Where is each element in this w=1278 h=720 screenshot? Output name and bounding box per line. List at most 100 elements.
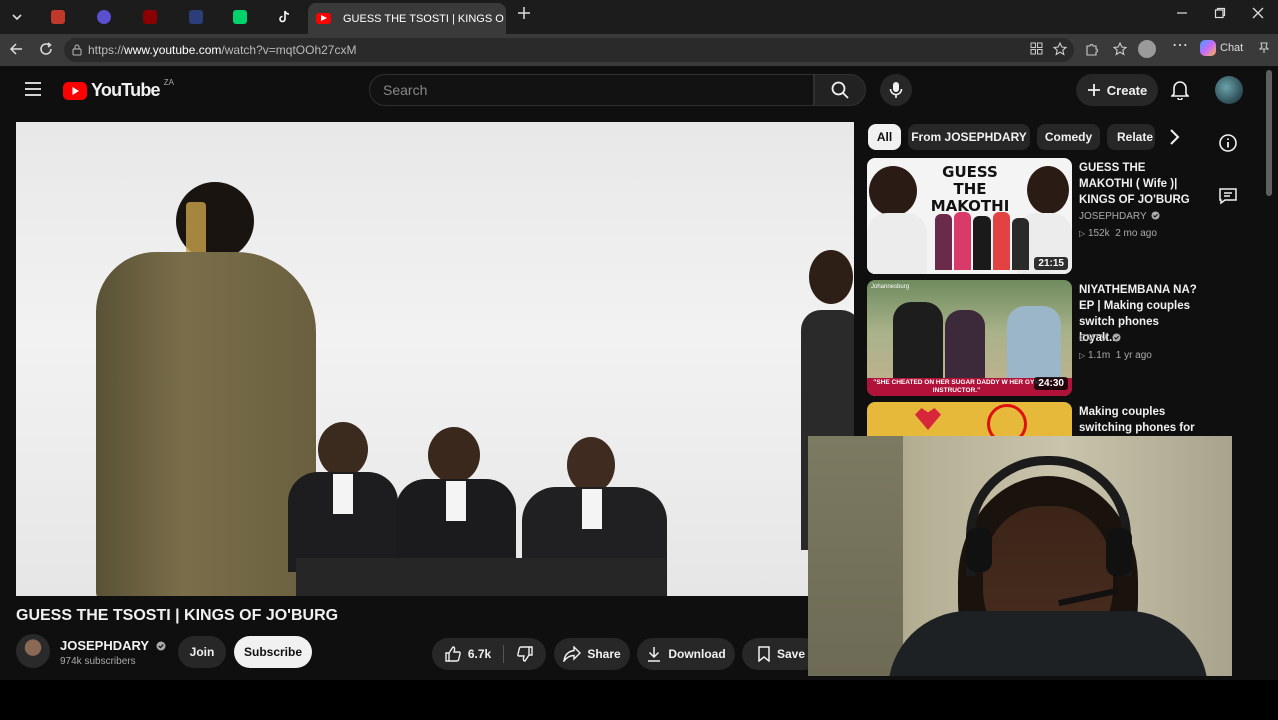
recommendation-item[interactable]: GUESS THE MAKOTHI 21:15 GUESS THE MAKOTH… xyxy=(867,158,1197,276)
url-path: /watch?v=mqtOOh27cxM xyxy=(221,43,357,57)
subscriber-count: 974k subscribers xyxy=(60,656,136,667)
page-scrollbar[interactable] xyxy=(1266,70,1272,196)
thumb-figure-3 xyxy=(1007,306,1061,382)
like-dislike-group: 6.7k xyxy=(432,638,546,670)
bottom-black-bar xyxy=(0,680,1278,720)
restore-button[interactable] xyxy=(1208,6,1232,22)
arrow-left-icon xyxy=(9,43,22,55)
share-button[interactable]: Share xyxy=(554,638,630,670)
guide-menu-button[interactable] xyxy=(24,81,42,102)
new-tab-button[interactable] xyxy=(512,4,536,25)
copilot-chat-button[interactable]: Chat xyxy=(1200,40,1243,56)
channel-name-text: JOSEPHDARY xyxy=(60,638,149,653)
video-table xyxy=(296,558,666,596)
browser-menu-button[interactable]: ⋯ xyxy=(1170,38,1190,54)
account-avatar[interactable] xyxy=(1215,76,1243,104)
browser-tab-2[interactable] xyxy=(84,4,124,30)
video-figure-man-2 xyxy=(396,427,516,577)
thumbnail-women-row xyxy=(935,210,1030,270)
tab-list-button[interactable] xyxy=(2,4,32,30)
thumbs-up-icon xyxy=(445,646,461,662)
chip-from-channel[interactable]: From JOSEPHDARY xyxy=(908,124,1030,150)
recommendation-channel-text: JOSEPHDARY xyxy=(1079,211,1147,222)
webcam-door xyxy=(808,436,903,676)
browser-tab-4[interactable] xyxy=(176,4,216,30)
thumb-red-circle xyxy=(987,404,1027,436)
webcam-shirt xyxy=(888,611,1208,676)
notifications-button[interactable] xyxy=(1170,80,1190,105)
youtube-logo-text: YouTube xyxy=(91,80,161,100)
reader-mode-button[interactable] xyxy=(1026,42,1046,59)
active-tab-title: GUESS THE TSOSTI | KINGS O xyxy=(343,12,504,25)
webcam-overlay xyxy=(808,436,1232,676)
minimize-button[interactable] xyxy=(1170,6,1194,22)
browser-tab-1[interactable] xyxy=(38,4,78,30)
recommendation-title[interactable]: GUESS THE MAKOTHI ( Wife )| KINGS OF JO'… xyxy=(1079,160,1197,208)
tab-favicon-icon xyxy=(143,10,157,24)
dislike-button[interactable] xyxy=(504,645,534,663)
create-label: Create xyxy=(1106,82,1148,98)
youtube-logo-icon xyxy=(63,81,87,100)
join-label: Join xyxy=(189,645,215,659)
video-duration: 24:30 xyxy=(1034,377,1068,390)
favorite-button[interactable] xyxy=(1050,41,1070,60)
recommendation-meta: ▷ 1.1m 1 yr ago xyxy=(1079,350,1152,361)
channel-avatar[interactable] xyxy=(16,634,50,668)
subscribe-button[interactable]: Subscribe xyxy=(234,636,312,668)
channel-name[interactable]: JOSEPHDARY xyxy=(60,638,166,653)
recommendation-channel[interactable]: CMTV xyxy=(1079,333,1121,344)
share-icon xyxy=(563,646,582,662)
create-button[interactable]: Create xyxy=(1076,74,1158,106)
reload-button[interactable] xyxy=(36,42,56,60)
download-button[interactable]: Download xyxy=(637,638,735,670)
collections-button[interactable] xyxy=(1110,41,1130,60)
join-button[interactable]: Join xyxy=(178,636,226,668)
search-icon xyxy=(831,81,849,99)
bell-icon xyxy=(1170,81,1190,101)
profile-button[interactable] xyxy=(1138,40,1158,58)
url-field[interactable]: https://www.youtube.com/watch?v=mqtOOh27… xyxy=(64,38,1074,62)
site-info-icon[interactable] xyxy=(71,44,83,56)
headset-ear-left xyxy=(966,528,992,572)
microphone-icon xyxy=(889,82,903,98)
profile-avatar-icon xyxy=(1138,40,1156,58)
recommendation-item[interactable]: Johannesburg "SHE CHEATED ON HER SUGAR D… xyxy=(867,280,1197,398)
browser-tab-3[interactable] xyxy=(130,4,170,30)
recommendation-item[interactable]: Making couples switching phones for xyxy=(867,402,1197,436)
browser-tab-active[interactable]: GUESS THE TSOSTI | KINGS O xyxy=(308,3,506,34)
chip-label: From JOSEPHDARY xyxy=(911,130,1027,144)
recommendation-thumbnail[interactable]: GUESS THE MAKOTHI 21:15 xyxy=(867,158,1072,274)
recommendation-title[interactable]: Making couples switching phones for xyxy=(1079,404,1197,436)
chips-next-button[interactable] xyxy=(1166,128,1182,151)
thumb-figure-2 xyxy=(945,310,985,382)
reload-icon xyxy=(40,42,52,55)
sidebar-toggle-button[interactable] xyxy=(1254,42,1274,58)
thumbnail-headline: GUESS THE MAKOTHI xyxy=(930,163,1010,215)
extensions-button[interactable] xyxy=(1082,42,1102,60)
thumb-face-left xyxy=(869,166,917,216)
chat-button[interactable] xyxy=(1217,185,1239,207)
thumbnail-tag: Johannesburg xyxy=(871,284,910,290)
recommendation-thumbnail[interactable]: Johannesburg "SHE CHEATED ON HER SUGAR D… xyxy=(867,280,1072,396)
video-player[interactable] xyxy=(16,122,854,596)
chip-all[interactable]: All xyxy=(868,124,901,150)
chip-related[interactable]: Relate xyxy=(1107,124,1155,150)
comment-icon xyxy=(1219,188,1237,205)
youtube-logo[interactable]: YouTube ZA xyxy=(63,78,174,101)
search-button[interactable] xyxy=(814,74,866,106)
like-button[interactable]: 6.7k xyxy=(444,645,505,663)
chevron-right-icon xyxy=(1170,129,1180,145)
plus-icon xyxy=(518,7,530,19)
voice-search-button[interactable] xyxy=(880,74,912,106)
chip-comedy[interactable]: Comedy xyxy=(1037,124,1100,150)
close-window-button[interactable] xyxy=(1246,6,1270,22)
search-input[interactable]: Search xyxy=(369,74,814,106)
chip-label: Comedy xyxy=(1044,130,1093,144)
verified-icon xyxy=(156,641,165,651)
recommendation-thumbnail[interactable] xyxy=(867,402,1072,436)
browser-tab-6[interactable] xyxy=(264,4,304,30)
browser-tab-5[interactable] xyxy=(220,4,260,30)
back-button[interactable] xyxy=(6,42,26,60)
info-button[interactable] xyxy=(1217,132,1239,154)
recommendation-channel[interactable]: JOSEPHDARY xyxy=(1079,211,1160,222)
